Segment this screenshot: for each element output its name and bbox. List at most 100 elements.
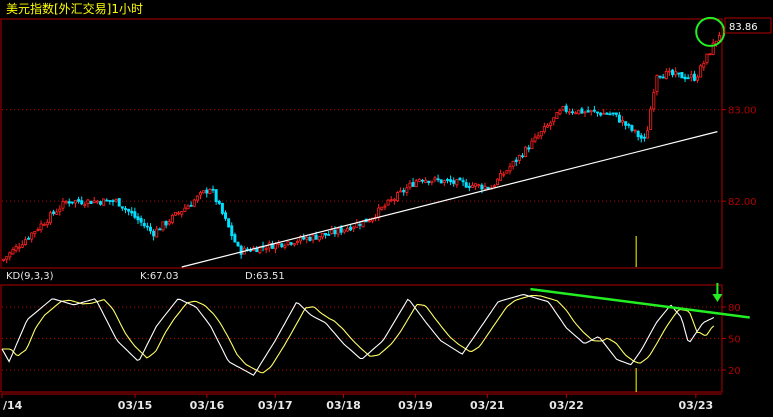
candle-down — [636, 130, 640, 137]
last-price-label: 83.86 — [729, 22, 758, 33]
candle-down — [158, 228, 162, 231]
candle-down — [617, 114, 621, 123]
candle-up — [689, 74, 693, 78]
candle-down — [564, 105, 568, 112]
candle-down — [148, 226, 152, 232]
candle-up — [705, 53, 709, 64]
candle-up — [114, 199, 118, 202]
candle-up — [574, 112, 578, 115]
candle-up — [433, 177, 437, 181]
candle-up — [202, 190, 206, 194]
candle-up — [61, 201, 65, 209]
candle-up — [530, 140, 534, 149]
candle-down — [677, 72, 681, 75]
x-tick-label: 03/22 — [549, 399, 584, 412]
candle-up — [330, 229, 334, 235]
candle-down — [586, 110, 590, 113]
candle-up — [5, 256, 9, 260]
candle-up — [542, 126, 546, 133]
candle-down — [658, 75, 662, 78]
candle-up — [589, 110, 593, 113]
candle-up — [505, 170, 509, 174]
candle-up — [708, 53, 712, 56]
candle-up — [317, 236, 321, 241]
candle-up — [83, 204, 87, 207]
candle-up — [492, 185, 496, 188]
candle-down — [236, 242, 240, 247]
candle-down — [614, 112, 618, 115]
candle-up — [155, 228, 159, 238]
candle-down — [314, 234, 318, 240]
candle-up — [524, 146, 528, 157]
candle-up — [367, 220, 371, 223]
chart-svg: 美元指数[外汇交易]1小时 83.00 82.00 83.86 KD(9,3,3)… — [0, 0, 773, 413]
candle-up — [508, 166, 512, 172]
candle-up — [552, 117, 556, 123]
candle-down — [123, 208, 127, 210]
candle-up — [264, 248, 268, 251]
candle-up — [430, 180, 434, 184]
candle-down — [608, 113, 612, 116]
candle-up — [295, 241, 299, 244]
candle-down — [205, 189, 209, 194]
candle-up — [561, 105, 565, 111]
candle-down — [464, 182, 468, 188]
candle-down — [130, 210, 134, 214]
candle-up — [195, 195, 199, 201]
candle-down — [133, 211, 137, 218]
last-price-box: 83.86 — [724, 17, 772, 34]
candle-up — [511, 160, 515, 167]
candle-down — [571, 111, 575, 114]
candle-up — [311, 234, 315, 241]
x-tick-label: 03/19 — [398, 399, 433, 412]
candle-down — [214, 189, 218, 202]
candle-up — [208, 189, 212, 194]
candle-down — [89, 200, 93, 204]
candle-down — [445, 179, 449, 181]
candle-down — [308, 236, 312, 241]
candle-down — [452, 180, 456, 184]
candle-up — [417, 178, 421, 182]
candle-up — [55, 211, 59, 215]
candle-down — [402, 189, 406, 193]
candle-down — [333, 229, 337, 235]
candle-up — [320, 233, 324, 238]
y-tick-label: 50 — [728, 335, 741, 346]
x-tick-label: 03/17 — [258, 399, 293, 412]
candle-down — [111, 200, 115, 203]
candle-down — [217, 200, 221, 204]
candle-down — [449, 179, 453, 183]
candle-down — [527, 147, 531, 150]
y-tick-label: 83.00 — [728, 106, 757, 117]
candle-down — [486, 186, 490, 189]
candle-down — [692, 73, 696, 81]
candle-up — [539, 131, 543, 137]
candle-up — [11, 248, 15, 255]
candle-up — [483, 185, 487, 190]
candle-down — [127, 208, 131, 212]
candle-up — [345, 228, 349, 232]
candle-up — [667, 70, 671, 73]
k-value-label: K:67.03 — [140, 271, 179, 282]
candle-down — [592, 109, 596, 112]
candle-up — [602, 112, 606, 115]
candle-up — [14, 246, 18, 251]
candle-up — [646, 130, 650, 139]
candle-up — [442, 180, 446, 183]
candle-down — [164, 221, 168, 226]
candle-down — [27, 237, 31, 240]
candle-down — [358, 223, 362, 226]
candle-up — [177, 212, 181, 215]
candle-up — [533, 136, 537, 142]
x-tick-label: 03/23 — [679, 399, 714, 412]
candle-down — [52, 211, 56, 215]
candle-down — [639, 135, 643, 139]
candle-down — [327, 234, 331, 236]
candle-up — [186, 205, 190, 210]
candle-up — [180, 211, 184, 215]
x-tick-label: 03/21 — [470, 399, 505, 412]
candle-down — [239, 245, 243, 255]
candle-down — [339, 227, 343, 233]
candle-down — [411, 182, 415, 187]
candle-up — [161, 221, 165, 231]
